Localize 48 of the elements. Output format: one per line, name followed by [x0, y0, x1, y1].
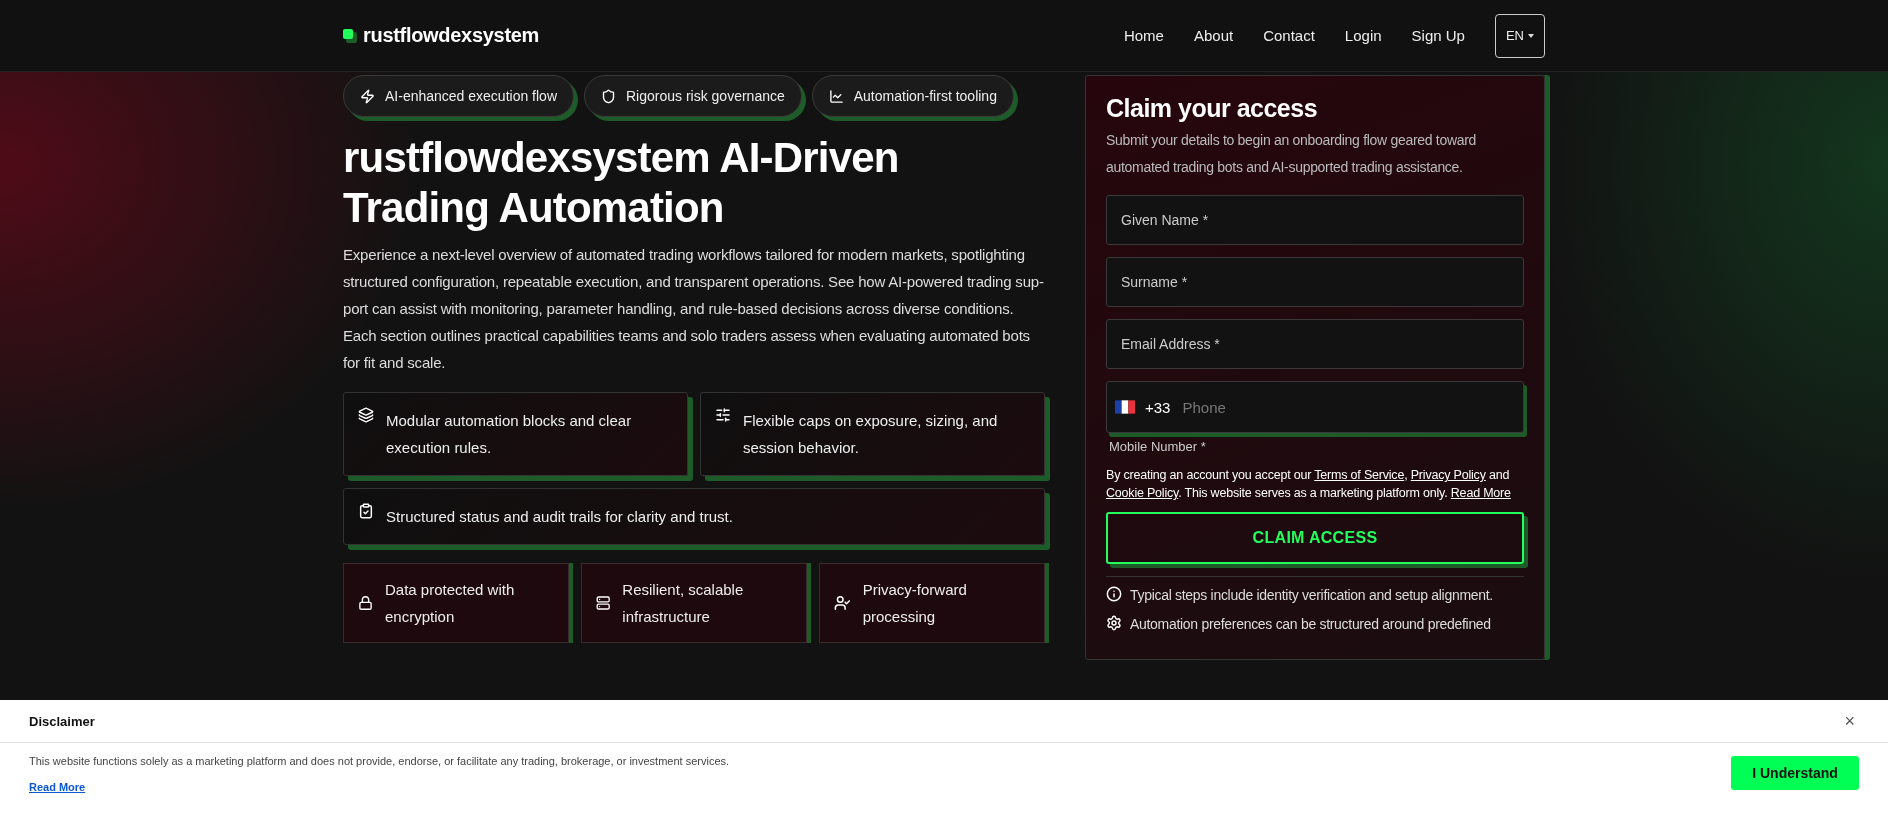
trust-text: Privacy-forward processing [862, 580, 968, 627]
feature-text: Structured status and audit trails for clarity and trust. [386, 507, 733, 527]
field-label: Mobile Number * [1109, 439, 1207, 454]
hero-description: Experience a next-level overview of automated trading workflows tailored for modern markets, spotlighting structured configuration, repeatable execution, and transparent operations. See how AI-powered trading sup-port can assist with monitoring, parameter handling, and rule-based decisions across diverse conditions. Each section outlines practical capabilities teams and solo traders assess when evaluating automated bots for fit and scale. [343, 245, 1045, 373]
caret-icon [1528, 33, 1534, 38]
server-icon [596, 594, 611, 612]
policy-link[interactable]: Read More [1450, 486, 1511, 500]
line-chart-icon [828, 88, 844, 104]
note-text: Automation preferences can be structured around predefined [1130, 615, 1491, 634]
shield-icon [601, 88, 616, 104]
badge-label: Automation-first tooling [853, 88, 997, 104]
disclaimer-text: This website functions solely as a marketing platform and does not provide, endorse, or facilitate any trading, brokerage, or investment services. [29, 755, 730, 767]
note-text: Typical steps include identity verification and setup alignment. [1130, 586, 1493, 605]
hero-title: rustflowdexsystem AI-Driven Trading Automation [343, 133, 900, 233]
form-subtitle: Submit your details to begin an onboarding flow geared toward automated trading bots and AI-supported trading assistance. [1106, 131, 1478, 177]
phone-input[interactable]: Phone [1180, 392, 1515, 422]
clipboard-check-icon [358, 503, 374, 519]
lightning-icon [360, 88, 375, 104]
input-field[interactable]: Email Address * [1106, 319, 1524, 369]
lock-icon [358, 594, 373, 612]
trust-text: Data protected with encryption [385, 580, 516, 627]
feature-text: Modular automation blocks and clear execution rules. [386, 411, 633, 458]
badge-label: Rigorous risk governance [626, 88, 785, 104]
consent-text: By creating an account you accept our Terms of Service, Privacy Policy and Cookie Policy. This website serves as a marketing platform only. Read More [1106, 467, 1512, 502]
nav-link[interactable]: Home [1123, 27, 1164, 44]
dial-code[interactable]: +33 [1145, 398, 1171, 416]
sliders-icon [715, 407, 731, 423]
feature-text: Flexible caps on exposure, sizing, and session behavior. [743, 411, 999, 458]
close-button[interactable]: × [1840, 710, 1859, 732]
info-icon [1106, 586, 1122, 602]
flag-icon [1115, 400, 1135, 414]
disclaimer-title: Disclaimer [29, 713, 95, 729]
input-field[interactable]: Surname * [1106, 257, 1524, 307]
logo-icon [343, 28, 357, 43]
trust-text: Resilient, scalable infrastructure [622, 580, 745, 627]
form-title: Claim your access [1106, 94, 1319, 123]
layers-icon [358, 407, 374, 423]
language-selector[interactable]: EN [1494, 13, 1545, 58]
understand-button[interactable]: I Understand [1731, 756, 1859, 790]
policy-link[interactable]: Privacy Policy [1410, 468, 1486, 482]
input-field[interactable]: Given Name * [1106, 195, 1524, 245]
nav-link[interactable]: Login [1344, 27, 1382, 44]
logo-text[interactable]: rustflowdexsystem [363, 24, 540, 47]
nav-link[interactable]: Sign Up [1411, 27, 1465, 44]
read-more-link[interactable]: Read More [29, 781, 86, 793]
nav-link[interactable]: About [1193, 27, 1234, 44]
nav-link[interactable]: Contact [1263, 27, 1315, 44]
badge-label: AI-enhanced execution flow [385, 88, 557, 104]
